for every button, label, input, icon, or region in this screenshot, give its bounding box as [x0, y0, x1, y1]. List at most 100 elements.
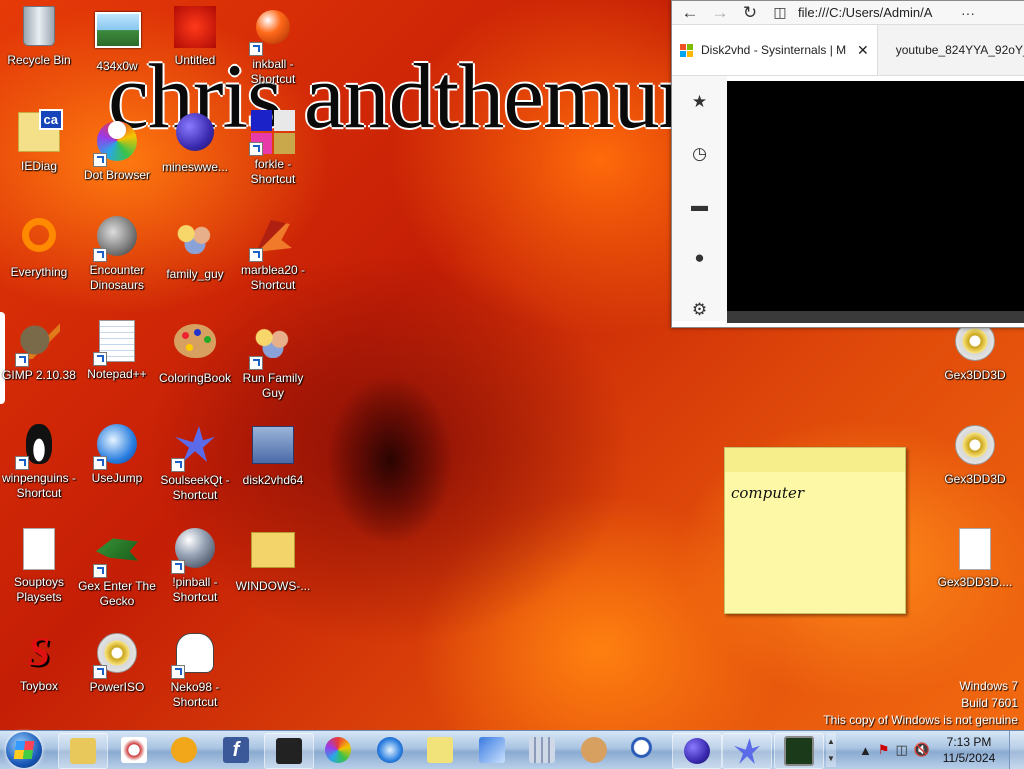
icon-label: !pinball - Shortcut — [172, 575, 218, 604]
hat-icon[interactable]: ▬ — [672, 180, 727, 232]
desktop-icon-pinball[interactable]: !pinball - Shortcut — [156, 526, 234, 605]
iediag-icon: ca — [18, 109, 63, 152]
desktop-icon-recycle-bin[interactable]: Recycle Bin — [0, 6, 78, 68]
sticky-note-text[interactable]: computer — [725, 472, 905, 514]
taskbar-snipping-tool[interactable] — [110, 733, 158, 767]
desktop-icon-gex3dd3d-3[interactable]: Gex3DD3D.... — [936, 526, 1014, 590]
icon-label: Everything — [10, 265, 68, 279]
mine-icon — [176, 113, 214, 151]
more-menu-button[interactable]: ··· — [956, 2, 980, 24]
browser-window[interactable]: ← → ↻ ◫ file:///C:/Users/Admin/A ··· Dis… — [671, 0, 1024, 328]
icon-label: winpenguins - Shortcut — [1, 471, 77, 500]
icon-label: Encounter Dinosaurs — [89, 263, 145, 292]
refresh-icon[interactable]: ↻ — [738, 2, 762, 24]
desktop-icon-souptoys[interactable]: Souptoys Playsets — [0, 526, 78, 605]
inkball-icon — [256, 10, 290, 44]
icon-label: Notepad++ — [87, 367, 147, 381]
dot-browser-icon — [325, 737, 351, 763]
desktop-icon-disk2vhd64[interactable]: disk2vhd64 — [234, 422, 312, 488]
icon-label: Gex Enter The Gecko — [78, 579, 156, 608]
family-guy-icon — [251, 324, 295, 358]
taskbar-minesweeper[interactable] — [672, 733, 722, 769]
taskbar-calculator[interactable] — [518, 733, 566, 767]
desktop-icon-coloringbook[interactable]: ColoringBook — [156, 318, 234, 386]
taskbar-scroll[interactable]: ▲ ▼ — [826, 733, 836, 767]
desktop-icon-soulseek[interactable]: SoulseekQt - Shortcut — [156, 422, 234, 503]
taskbar-network-app[interactable] — [468, 733, 516, 767]
desktop-icon-434x0w[interactable]: 434x0w — [78, 6, 156, 74]
desktop-icon-untitled[interactable]: Untitled — [156, 6, 234, 68]
watermark-line1: Windows 7 — [959, 679, 1018, 693]
action-center-icon[interactable]: ⚑ — [878, 742, 890, 758]
close-tab-icon[interactable]: ✕ — [857, 42, 869, 59]
mine-icon — [684, 738, 710, 764]
desktop-icon-toybox[interactable]: S Toybox — [0, 630, 78, 694]
desktop-icon-gex3dd3d-2[interactable]: Gex3DD3D — [936, 422, 1014, 487]
desktop-icon-inkball[interactable]: inkball - Shortcut — [234, 6, 312, 87]
network-tray-icon[interactable]: ◫ — [896, 742, 908, 758]
forward-icon[interactable]: → — [708, 2, 732, 24]
back-icon[interactable]: ← — [678, 2, 702, 24]
taskbar-facebook[interactable]: f — [212, 733, 260, 767]
volume-muted-icon[interactable]: 🔇 — [914, 742, 930, 758]
taskbar-soulseek[interactable] — [722, 733, 772, 769]
tab-strip: Disk2vhd - Sysinternals | M ✕ youtube_82… — [672, 25, 1024, 76]
taskbar-paint[interactable] — [570, 733, 618, 767]
desktop-icon-neko98[interactable]: Neko98 - Shortcut — [156, 630, 234, 710]
star-icon[interactable]: ★ — [672, 76, 727, 128]
page-icon: ◫ — [773, 4, 787, 20]
desktop-icon-poweriso[interactable]: PowerISO — [78, 630, 156, 695]
desktop-icon-forkle[interactable]: forkle - Shortcut — [234, 110, 312, 187]
icon-label: GIMP 2.10.38 — [2, 368, 76, 382]
tab-youtube[interactable]: youtube_824YYA_92oY_ — [878, 25, 1024, 75]
watermark-line3: This copy of Windows is not genuine — [823, 713, 1018, 727]
taskbar-explorer[interactable] — [58, 733, 108, 769]
icon-label: Dot Browser — [83, 168, 151, 182]
desktop-icon-minesweeper[interactable]: mineswwe... — [156, 110, 234, 175]
desktop-icon-gex[interactable]: Gex Enter The Gecko — [78, 526, 156, 609]
desktop-icon-dot-browser[interactable]: Dot Browser — [78, 110, 156, 183]
account-icon[interactable]: ● — [672, 232, 727, 284]
browser-toolbar: ← → ↻ ◫ file:///C:/Users/Admin/A ··· — [672, 1, 1024, 25]
video-controls-bar[interactable] — [727, 311, 1024, 323]
shortcut-arrow-icon — [93, 248, 107, 262]
tab-disk2vhd[interactable]: Disk2vhd - Sysinternals | M ✕ — [672, 25, 878, 75]
taskbar-media-player[interactable] — [160, 733, 208, 767]
history-icon[interactable]: ◷ — [672, 128, 727, 180]
taskbar-terminal[interactable] — [774, 733, 824, 769]
desktop-icon-notepadpp[interactable]: Notepad++ — [78, 318, 156, 382]
start-button[interactable] — [6, 732, 42, 768]
desktop-icon-gimp[interactable]: GIMP 2.10.38 — [0, 318, 78, 383]
desktop-icon-family-guy[interactable]: family_guy — [156, 214, 234, 282]
desktop-icon-marblea20[interactable]: marblea20 - Shortcut — [234, 214, 312, 293]
media-player-icon — [171, 737, 197, 763]
app-icon — [276, 738, 302, 764]
video-area[interactable] — [727, 81, 1024, 311]
taskbar-app-dark[interactable] — [264, 733, 314, 769]
desktop-icon-iediag[interactable]: ca IEDiag — [0, 109, 78, 174]
desktop-icon-windows-folder[interactable]: WINDOWS-... — [234, 526, 312, 594]
file-icon — [959, 528, 991, 570]
show-desktop-button[interactable] — [1009, 731, 1024, 769]
icon-label: UseJump — [91, 471, 143, 485]
taskbar-folder-app[interactable] — [416, 733, 464, 767]
clock[interactable]: 7:13 PM 11/5/2024 — [933, 734, 1005, 766]
address-bar[interactable]: file:///C:/Users/Admin/A — [798, 5, 948, 20]
desktop-icon-usejump[interactable]: UseJump — [78, 422, 156, 486]
system-tray: ▲ ⚑ ◫ 🔇 7:13 PM 11/5/2024 — [856, 731, 1024, 769]
taskbar-magnifier[interactable] — [620, 733, 668, 767]
desktop-icon-everything[interactable]: Everything — [0, 214, 78, 280]
sticky-note-header[interactable] — [725, 448, 905, 472]
settings-icon[interactable]: ⚙ — [672, 284, 727, 336]
desktop-icon-winpenguins[interactable]: winpenguins - Shortcut — [0, 422, 78, 501]
tray-expand-icon[interactable]: ▲ — [859, 743, 872, 758]
taskbar-usejump[interactable] — [366, 733, 414, 767]
desktop-icon-run-family-guy[interactable]: Run Family Guy — [234, 318, 312, 401]
image-file-icon — [174, 6, 216, 48]
icon-label: disk2vhd64 — [242, 473, 304, 487]
sticky-note[interactable]: computer — [724, 447, 906, 614]
taskbar-dot-browser[interactable] — [314, 733, 362, 767]
desktop-icon-encounter-dinosaurs[interactable]: Encounter Dinosaurs — [78, 214, 156, 293]
icon-label: mineswwe... — [161, 160, 229, 174]
toybox-icon: S — [27, 629, 51, 674]
